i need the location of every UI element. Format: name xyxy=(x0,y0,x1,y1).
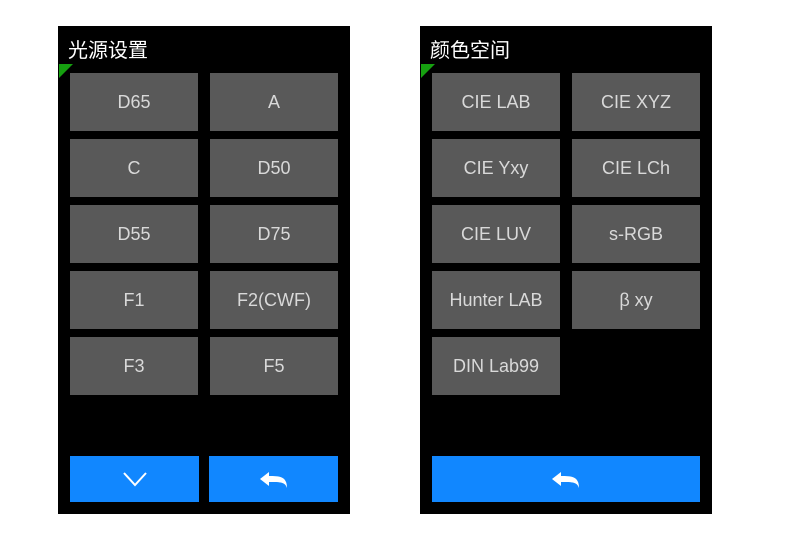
option-cie-xyz[interactable]: CIE XYZ xyxy=(572,73,700,131)
option-a[interactable]: A xyxy=(210,73,338,131)
selection-indicator-icon xyxy=(421,64,435,78)
color-space-panel: 颜色空间 CIE LAB CIE XYZ CIE Yxy CIE LCh CIE… xyxy=(420,26,712,514)
option-din-lab99[interactable]: DIN Lab99 xyxy=(432,337,560,395)
option-d75[interactable]: D75 xyxy=(210,205,338,263)
option-cie-lch[interactable]: CIE LCh xyxy=(572,139,700,197)
option-c[interactable]: C xyxy=(70,139,198,197)
option-f1[interactable]: F1 xyxy=(70,271,198,329)
option-d50[interactable]: D50 xyxy=(210,139,338,197)
option-cie-lab[interactable]: CIE LAB xyxy=(432,73,560,131)
option-d55[interactable]: D55 xyxy=(70,205,198,263)
option-beta-xy[interactable]: β xy xyxy=(572,271,700,329)
option-f3[interactable]: F3 xyxy=(70,337,198,395)
selection-indicator-icon xyxy=(59,64,73,78)
footer-bar xyxy=(432,456,700,502)
option-f2-cwf[interactable]: F2(CWF) xyxy=(210,271,338,329)
page-down-button[interactable] xyxy=(70,456,199,502)
back-arrow-icon xyxy=(549,468,583,490)
option-f5[interactable]: F5 xyxy=(210,337,338,395)
option-srgb[interactable]: s-RGB xyxy=(572,205,700,263)
option-d65[interactable]: D65 xyxy=(70,73,198,131)
back-arrow-icon xyxy=(257,468,291,490)
light-source-panel: 光源设置 D65 A C D50 D55 D75 F1 F2(CWF) F3 F… xyxy=(58,26,350,514)
option-grid: D65 A C D50 D55 D75 F1 F2(CWF) F3 F5 xyxy=(58,69,350,395)
option-cie-yxy[interactable]: CIE Yxy xyxy=(432,139,560,197)
option-cie-luv[interactable]: CIE LUV xyxy=(432,205,560,263)
footer-bar xyxy=(70,456,338,502)
back-button[interactable] xyxy=(209,456,338,502)
option-grid: CIE LAB CIE XYZ CIE Yxy CIE LCh CIE LUV … xyxy=(420,69,712,395)
panel-title: 颜色空间 xyxy=(420,26,712,69)
option-hunter-lab[interactable]: Hunter LAB xyxy=(432,271,560,329)
chevron-down-icon xyxy=(120,469,150,489)
back-button[interactable] xyxy=(432,456,700,502)
panel-title: 光源设置 xyxy=(58,26,350,69)
